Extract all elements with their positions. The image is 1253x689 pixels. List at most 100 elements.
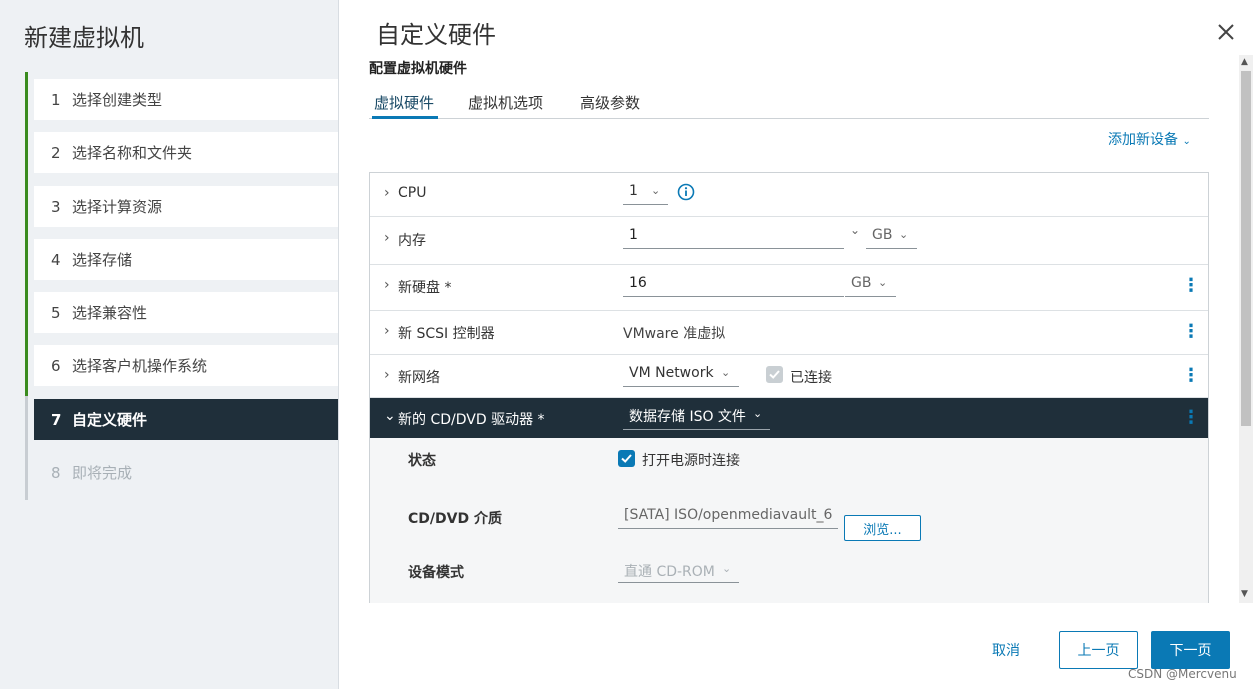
- chevron-right-icon[interactable]: ›: [384, 367, 390, 383]
- chevron-down-icon[interactable]: ⌄: [384, 408, 396, 424]
- step-label: 选择名称和文件夹: [72, 144, 193, 162]
- media-path-input[interactable]: [SATA] ISO/openmediavault_6: [618, 507, 838, 529]
- watermark: CSDN @Mercvenu: [1128, 667, 1237, 681]
- more-vertical-icon[interactable]: ⋮: [1182, 365, 1200, 386]
- scsi-label: 新 SCSI 控制器: [398, 326, 495, 342]
- step-number: 1: [51, 90, 61, 109]
- step-label: 选择计算资源: [72, 198, 163, 216]
- info-icon[interactable]: [677, 183, 695, 205]
- wizard-nav: 新建虚拟机 1 选择创建类型 2 选择名称和文件夹 3 选择计算资源 4 选择存储 5选…: [0, 0, 339, 689]
- cdrom-label: 新的 CD/DVD 驱动器 *: [398, 412, 545, 428]
- page-title: 自定义硬件: [376, 21, 496, 49]
- cdrom-type-select[interactable]: 数据存储 ISO 文件 ⌄: [623, 406, 770, 430]
- step-number: 5: [51, 303, 61, 322]
- tab-bar: 虚拟硬件 虚拟机选项 高级参数: [369, 90, 1209, 119]
- page-subtitle: 配置虚拟机硬件: [369, 61, 467, 77]
- device-mode-label: 设备模式: [408, 565, 464, 581]
- chevron-right-icon[interactable]: ›: [384, 230, 390, 246]
- add-device-button[interactable]: 添加新设备 ⌄: [1108, 129, 1191, 149]
- device-mode-select: 直通 CD-ROM ⌄: [618, 561, 739, 583]
- step-8: 8 即将完成: [34, 452, 338, 493]
- cpu-value: 1: [629, 183, 638, 199]
- disk-size-input[interactable]: 16: [623, 275, 844, 297]
- cdrom-type-value: 数据存储 ISO 文件: [629, 409, 746, 425]
- cpu-label: CPU: [398, 185, 427, 201]
- step-7[interactable]: 7 自定义硬件: [34, 399, 338, 440]
- step-number: 2: [51, 143, 61, 162]
- hardware-row-cdrom: ⌄ 新的 CD/DVD 驱动器 * 数据存储 ISO 文件 ⌄ ⋮: [370, 398, 1208, 438]
- cpu-select[interactable]: 1 ⌄: [623, 183, 668, 205]
- disk-label: 新硬盘 *: [398, 280, 452, 296]
- step-4[interactable]: 4 选择存储: [34, 239, 338, 280]
- network-label: 新网络: [398, 370, 440, 386]
- step-number: 7: [51, 410, 62, 429]
- tab-vm-options[interactable]: 虚拟机选项: [468, 92, 543, 119]
- steps-progress-bar: [25, 72, 28, 500]
- more-vertical-icon[interactable]: ⋮: [1182, 275, 1200, 296]
- chevron-down-icon: ⌄: [899, 228, 909, 241]
- cdrom-details: 状态 打开电源时连接 CD/DVD 介质 [SATA] ISO/openmedi…: [370, 438, 1208, 603]
- tab-virtual-hardware[interactable]: 虚拟硬件: [372, 92, 438, 119]
- connected-checkbox: [766, 366, 783, 383]
- step-number: 8: [51, 463, 61, 482]
- network-value: VM Network: [629, 365, 714, 381]
- power-on-connect-label: 打开电源时连接: [642, 453, 740, 469]
- add-device-label: 添加新设备: [1108, 132, 1178, 148]
- memory-unit: GB: [872, 227, 893, 243]
- step-label: 选择存储: [72, 251, 133, 269]
- memory-input[interactable]: 1: [623, 227, 844, 249]
- chevron-down-icon: ⌄: [722, 562, 732, 575]
- back-button[interactable]: 上一页: [1059, 631, 1138, 669]
- chevron-down-icon[interactable]: ⌄: [850, 223, 860, 237]
- step-number: 6: [51, 356, 61, 375]
- scroll-down-icon[interactable]: ▼: [1241, 589, 1248, 599]
- cancel-button[interactable]: 取消: [975, 631, 1037, 669]
- tab-advanced-params[interactable]: 高级参数: [580, 92, 640, 119]
- step-label: 选择创建类型: [72, 91, 163, 109]
- chevron-down-icon: ⌄: [878, 276, 888, 289]
- disk-unit-select[interactable]: GB ⌄: [845, 275, 896, 297]
- power-on-connect-checkbox[interactable]: [618, 450, 635, 467]
- steps-progress-done: [25, 72, 28, 396]
- step-5[interactable]: 5 选择兼容性: [34, 292, 338, 333]
- browse-button[interactable]: 浏览...: [844, 515, 921, 541]
- hardware-row-cpu: › CPU 1 ⌄: [370, 173, 1208, 217]
- scrollbar-thumb[interactable]: [1241, 71, 1251, 426]
- wizard-title: 新建虚拟机: [24, 24, 144, 52]
- network-select[interactable]: VM Network ⌄: [623, 365, 739, 387]
- more-vertical-icon[interactable]: ⋮: [1182, 407, 1200, 428]
- step-label: 即将完成: [72, 464, 133, 482]
- media-label: CD/DVD 介质: [408, 511, 502, 527]
- hardware-row-scsi: › 新 SCSI 控制器 VMware 准虚拟 ⋮: [370, 311, 1208, 355]
- next-button[interactable]: 下一页: [1151, 631, 1230, 669]
- device-mode-value: 直通 CD-ROM: [624, 564, 715, 580]
- hardware-list: › CPU 1 ⌄ › 内存 1 ⌄ GB ⌄ › 新硬盘 * 16 GB ⌄ …: [369, 172, 1209, 603]
- connected-label: 已连接: [790, 370, 832, 386]
- step-label: 选择客户机操作系统: [72, 357, 208, 375]
- chevron-right-icon[interactable]: ›: [384, 185, 390, 201]
- chevron-right-icon[interactable]: ›: [384, 277, 390, 293]
- step-number: 3: [51, 197, 61, 216]
- hardware-row-memory: › 内存 1 ⌄ GB ⌄: [370, 217, 1208, 265]
- hardware-row-disk: › 新硬盘 * 16 GB ⌄ ⋮: [370, 265, 1208, 311]
- chevron-down-icon: ⌄: [721, 366, 731, 379]
- status-label: 状态: [408, 453, 436, 469]
- memory-unit-select[interactable]: GB ⌄: [866, 227, 917, 249]
- disk-unit: GB: [851, 275, 872, 291]
- step-label: 自定义硬件: [72, 411, 148, 429]
- close-icon[interactable]: [1216, 22, 1236, 42]
- hardware-row-network: › 新网络 VM Network ⌄ 已连接 ⋮: [370, 355, 1208, 398]
- chevron-down-icon: ⌄: [651, 184, 661, 197]
- step-1[interactable]: 1 选择创建类型: [34, 79, 338, 120]
- step-label: 选择兼容性: [72, 304, 148, 322]
- step-3[interactable]: 3 选择计算资源: [34, 186, 338, 227]
- chevron-right-icon[interactable]: ›: [384, 323, 390, 339]
- scroll-up-icon[interactable]: ▲: [1241, 57, 1248, 67]
- scrollbar[interactable]: ▲ ▼: [1239, 55, 1253, 603]
- step-6[interactable]: 6 选择客户机操作系统: [34, 345, 338, 386]
- scsi-value: VMware 准虚拟: [623, 326, 726, 342]
- memory-label: 内存: [398, 233, 426, 249]
- chevron-down-icon: ⌄: [753, 407, 763, 420]
- step-2[interactable]: 2 选择名称和文件夹: [34, 132, 338, 173]
- more-vertical-icon[interactable]: ⋮: [1182, 321, 1200, 342]
